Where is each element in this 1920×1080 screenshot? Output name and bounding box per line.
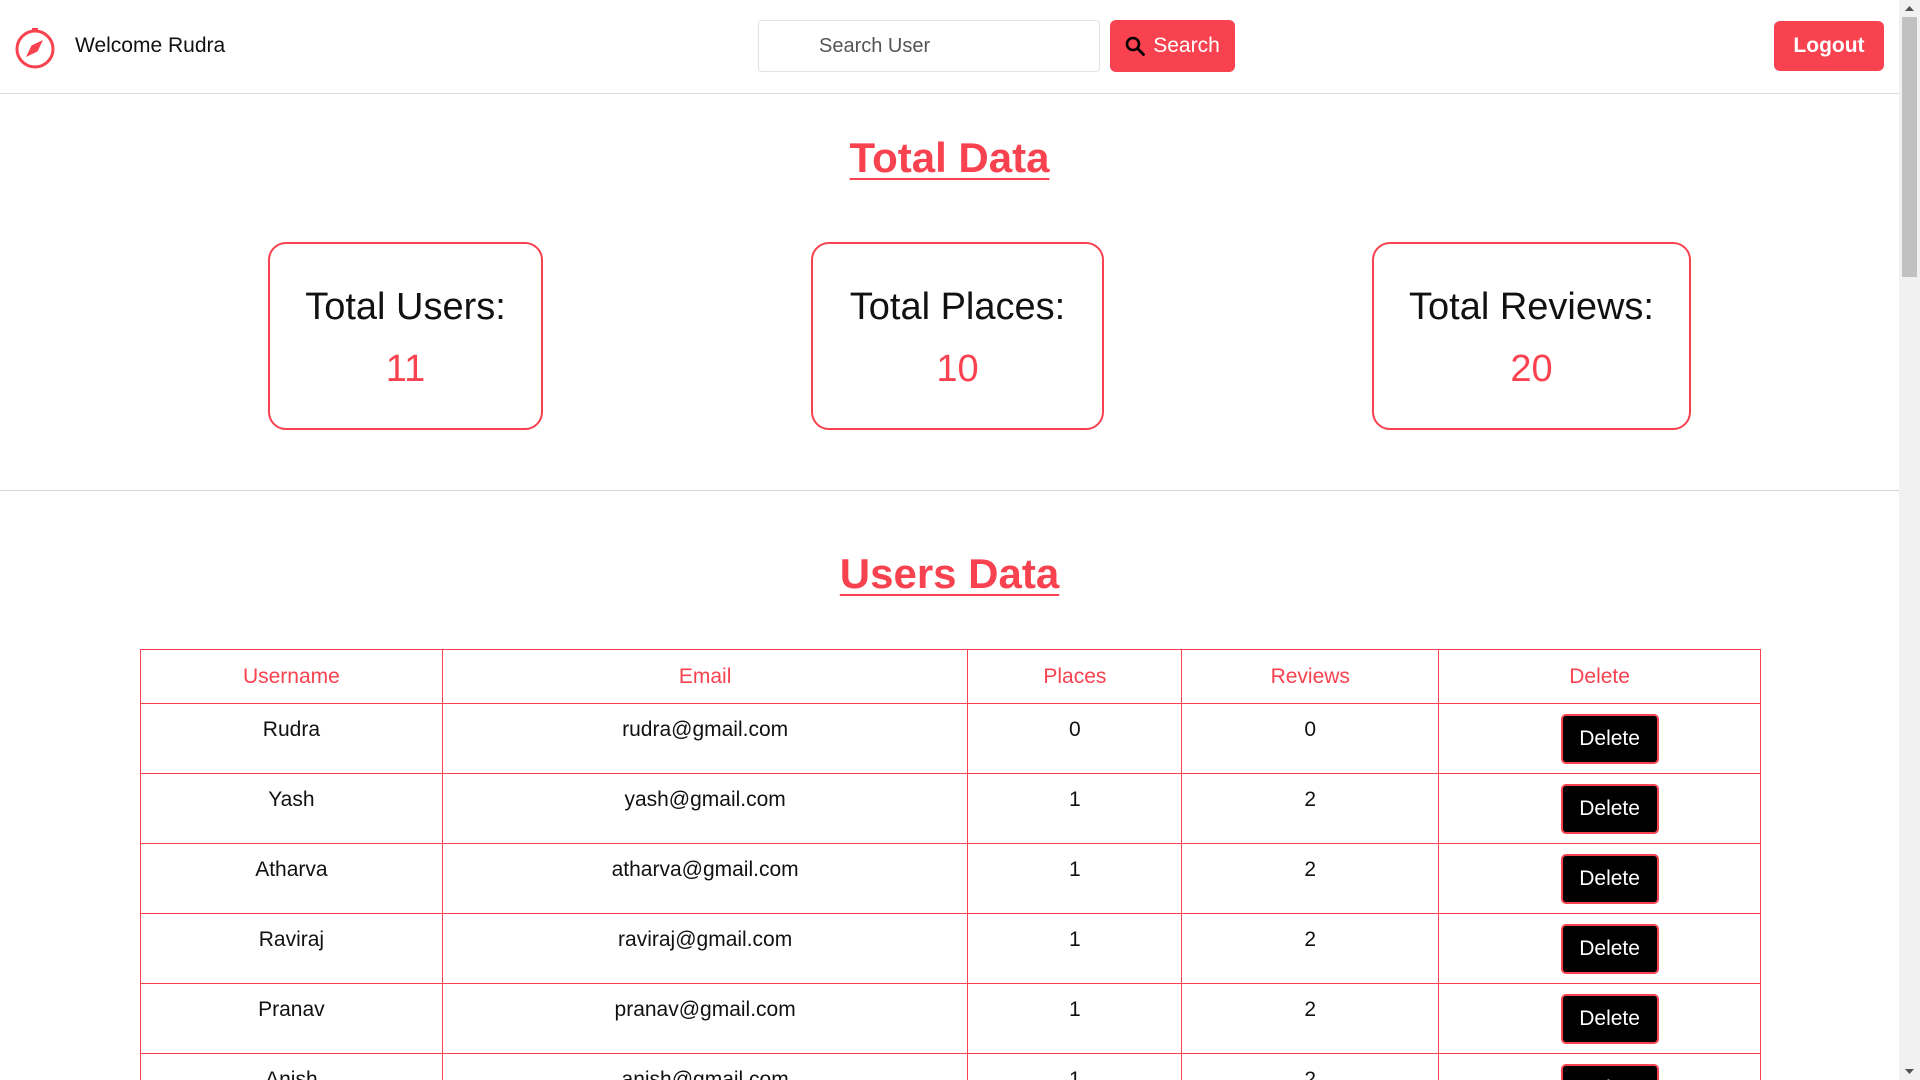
cell-reviews: 2: [1181, 913, 1440, 984]
cell-reviews: 2: [1181, 983, 1440, 1054]
table-header-row: Username Email Places Reviews Delete: [140, 649, 1761, 704]
cell-email: raviraj@gmail.com: [441, 913, 969, 984]
cell-places: 1: [967, 1053, 1183, 1080]
cell-email: atharva@gmail.com: [441, 843, 969, 914]
cell-email: pranav@gmail.com: [441, 983, 969, 1054]
cell-email: anish@gmail.com: [441, 1053, 969, 1080]
cell-reviews: 2: [1181, 843, 1440, 914]
delete-user-button[interactable]: Delete: [1560, 994, 1659, 1044]
total-users-card: Total Users: 11: [268, 242, 543, 430]
total-reviews-label: Total Reviews:: [1409, 286, 1654, 328]
cell-username: Atharva: [140, 843, 443, 914]
scroll-up-arrow-icon[interactable]: [1899, 0, 1920, 17]
table-row: Raviraj raviraj@gmail.com 1 2 Delete: [140, 913, 1761, 984]
users-data-title: Users Data: [839, 550, 1060, 597]
search-button-label: Search: [1153, 34, 1220, 57]
cell-username: Rudra: [140, 703, 443, 774]
total-places-value: 10: [936, 348, 979, 390]
column-header-email: Email: [441, 649, 969, 704]
column-header-places: Places: [967, 649, 1183, 704]
column-header-reviews: Reviews: [1181, 649, 1440, 704]
cell-places: 1: [967, 913, 1183, 984]
delete-user-button[interactable]: Delete: [1560, 784, 1659, 834]
scroll-thumb[interactable]: [1902, 17, 1917, 277]
search-button[interactable]: Search: [1110, 20, 1235, 72]
total-users-label: Total Users:: [305, 286, 506, 328]
delete-user-button[interactable]: Delete: [1560, 1064, 1659, 1080]
compass-icon[interactable]: [14, 27, 56, 69]
search-user-input[interactable]: [758, 20, 1100, 72]
cell-delete: Delete: [1438, 843, 1761, 914]
cell-reviews: 2: [1181, 773, 1440, 844]
cell-delete: Delete: [1438, 1053, 1761, 1080]
section-divider: [0, 490, 1899, 491]
navbar: Welcome Rudra Search Logout: [0, 0, 1899, 94]
cell-username: Anish: [140, 1053, 443, 1080]
cell-places: 1: [967, 843, 1183, 914]
logout-button[interactable]: Logout: [1774, 21, 1884, 71]
cell-email: yash@gmail.com: [441, 773, 969, 844]
cell-places: 1: [967, 983, 1183, 1054]
welcome-text: Welcome Rudra: [75, 34, 226, 57]
vertical-scrollbar[interactable]: [1899, 0, 1920, 1080]
cell-delete: Delete: [1438, 913, 1761, 984]
cell-username: Yash: [140, 773, 443, 844]
column-header-delete: Delete: [1438, 649, 1761, 704]
delete-user-button[interactable]: Delete: [1560, 854, 1659, 904]
table-row: Rudra rudra@gmail.com 0 0 Delete: [140, 703, 1761, 774]
total-places-label: Total Places:: [849, 286, 1066, 328]
search-icon: [1125, 36, 1146, 56]
cell-reviews: 0: [1181, 703, 1440, 774]
cell-places: 0: [967, 703, 1183, 774]
cell-delete: Delete: [1438, 983, 1761, 1054]
total-data-title: Total Data: [849, 134, 1050, 181]
scroll-down-arrow-icon[interactable]: [1899, 1063, 1920, 1080]
column-header-username: Username: [140, 649, 443, 704]
table-row: Yash yash@gmail.com 1 2 Delete: [140, 773, 1761, 844]
delete-user-button[interactable]: Delete: [1560, 924, 1659, 974]
cell-username: Raviraj: [140, 913, 443, 984]
delete-user-button[interactable]: Delete: [1560, 714, 1659, 764]
users-table: Username Email Places Reviews Delete Rud…: [140, 649, 1761, 1080]
cell-email: rudra@gmail.com: [441, 703, 969, 774]
cell-delete: Delete: [1438, 703, 1761, 774]
total-users-value: 11: [385, 348, 426, 390]
table-row: Atharva atharva@gmail.com 1 2 Delete: [140, 843, 1761, 914]
cell-username: Pranav: [140, 983, 443, 1054]
table-row: Anish anish@gmail.com 1 2 Delete: [140, 1053, 1761, 1080]
cell-places: 1: [967, 773, 1183, 844]
total-reviews-card: Total Reviews: 20: [1372, 242, 1691, 430]
total-places-card: Total Places: 10: [811, 242, 1104, 430]
table-row: Pranav pranav@gmail.com 1 2 Delete: [140, 983, 1761, 1054]
cell-delete: Delete: [1438, 773, 1761, 844]
total-reviews-value: 20: [1510, 348, 1553, 390]
cell-reviews: 2: [1181, 1053, 1440, 1080]
